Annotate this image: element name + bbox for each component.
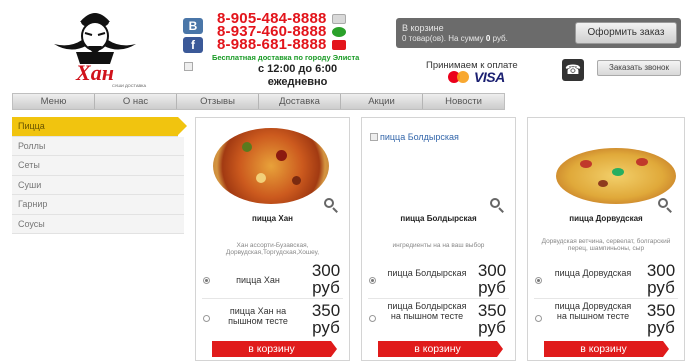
- option-name: пицца Дорвудская на пышном тесте: [554, 301, 632, 321]
- divider: [202, 298, 343, 299]
- pizza-khan-image: [213, 128, 329, 204]
- option-name: пицца Хан: [236, 275, 280, 285]
- payment-logos: VISA: [448, 69, 505, 85]
- product-title[interactable]: пицца Болдырская: [362, 214, 515, 223]
- product-option[interactable]: пицца Дорвудская на пышном тесте 350 руб: [528, 300, 684, 337]
- product-option[interactable]: пицца Болдырская на пышном тесте 350 руб: [362, 300, 515, 337]
- callback-button[interactable]: Заказать звонок: [597, 60, 681, 76]
- option-radio[interactable]: [369, 277, 376, 284]
- product-image[interactable]: пицца Болдырская: [370, 132, 459, 142]
- pizza-dorvud-image: [556, 148, 676, 204]
- main-nav: Меню О нас Отзывы Доставка Акции Новости: [12, 93, 505, 110]
- product-title[interactable]: пицца Хан: [196, 214, 349, 223]
- zoom-icon[interactable]: [490, 198, 504, 213]
- mastercard-icon: [448, 71, 470, 83]
- hours-time: с 12:00 до 6:00: [258, 63, 338, 75]
- vk-icon[interactable]: B: [183, 18, 203, 34]
- add-to-cart-button[interactable]: в корзину: [544, 341, 669, 357]
- option-price: 300 руб: [646, 261, 676, 297]
- phone-icon[interactable]: ☎: [562, 59, 584, 81]
- add-to-cart-button[interactable]: в корзину: [378, 341, 503, 357]
- option-price: 350 руб: [646, 301, 676, 337]
- facebook-icon[interactable]: f: [183, 37, 203, 53]
- checkout-button[interactable]: Оформить заказ: [575, 22, 677, 44]
- divider: [368, 298, 509, 299]
- nav-item-menu[interactable]: Меню: [13, 94, 95, 109]
- product-image[interactable]: [196, 118, 349, 210]
- option-price: 350 руб: [311, 301, 341, 337]
- operator-beeline-icon: [331, 13, 346, 24]
- operator-mts-icon: [331, 39, 346, 50]
- product-option[interactable]: пицца Болдырская 300 руб: [362, 262, 515, 296]
- option-radio[interactable]: [369, 315, 376, 322]
- nav-item-delivery[interactable]: Доставка: [259, 94, 341, 109]
- option-price: 300 руб: [477, 261, 507, 297]
- product-description: ингредиенты на на ваш выбор: [392, 242, 485, 249]
- option-radio[interactable]: [535, 315, 542, 322]
- option-radio[interactable]: [535, 277, 542, 284]
- phone-3-number: 8-988-681-8888: [217, 36, 327, 53]
- product-card: пицца Хан Хан ассорти-Бузавская, Дорвудс…: [195, 117, 350, 361]
- working-hours: с 12:00 до 6:00 ежедневно: [258, 63, 337, 89]
- option-radio[interactable]: [203, 277, 210, 284]
- option-name: пицца Дорвудская: [554, 268, 632, 278]
- product-image[interactable]: [528, 118, 684, 210]
- svg-text:СУШИ ДОСТАВКА: СУШИ ДОСТАВКА: [112, 83, 147, 88]
- option-price: 300 руб: [311, 261, 341, 297]
- sidebar-item-rolls[interactable]: Роллы: [12, 136, 184, 156]
- page: Хан СУШИ ДОСТАВКА B f 8-905-484-8888 8-9…: [0, 0, 685, 361]
- hours-days: ежедневно: [267, 76, 328, 88]
- nav-item-news[interactable]: Новости: [423, 94, 504, 109]
- product-title[interactable]: пицца Дорвудская: [528, 214, 684, 223]
- nav-item-reviews[interactable]: Отзывы: [177, 94, 259, 109]
- sidebar-item-garnish[interactable]: Гарнир: [12, 195, 184, 215]
- operator-megafon-icon: [331, 26, 346, 37]
- svg-text:Хан: Хан: [75, 60, 114, 85]
- broken-image-icon: [370, 133, 378, 141]
- logo[interactable]: Хан СУШИ ДОСТАВКА: [40, 6, 150, 90]
- sidebar-item-sets[interactable]: Сеты: [12, 156, 184, 176]
- cart-summary: В корзине 0 товар(ов). На сумму 0 руб. О…: [396, 18, 681, 48]
- category-sidebar: Пицца Роллы Сеты Суши Гарнир Соусы: [12, 117, 187, 234]
- nav-item-about[interactable]: О нас: [95, 94, 177, 109]
- zoom-icon[interactable]: [658, 198, 672, 213]
- phone-list: 8-905-484-8888 8-937-460-8888 8-988-681-…: [217, 11, 346, 53]
- sidebar-item-pizza[interactable]: Пицца: [12, 117, 187, 137]
- option-price: 350 руб: [477, 301, 507, 337]
- cart-info: 0 товар(ов). На сумму 0 руб.: [402, 34, 508, 43]
- zoom-icon[interactable]: [324, 198, 338, 213]
- product-card: пицца Дорвудская Дорвудская ветчина, сер…: [527, 117, 685, 361]
- option-name: пицца Болдырская на пышном тесте: [387, 301, 467, 321]
- visa-logo: VISA: [474, 69, 505, 85]
- option-name: пицца Болдырская: [387, 268, 467, 278]
- product-description: Дорвудская ветчина, сервелат, болгарский…: [541, 238, 671, 252]
- add-to-cart-button[interactable]: в корзину: [212, 341, 337, 357]
- cart-title: В корзине: [402, 23, 444, 33]
- social-links: B f: [183, 18, 205, 56]
- broken-image-icon: [184, 62, 193, 71]
- option-name: пицца Хан на пышном тесте: [228, 306, 288, 326]
- product-option[interactable]: пицца Дорвудская 300 руб: [528, 262, 684, 296]
- divider: [534, 298, 678, 299]
- product-option[interactable]: пицца Хан на пышном тесте 350 руб: [196, 300, 349, 337]
- delivery-note: Бесплатная доставка по городу Элиста: [212, 53, 360, 62]
- product-description: Хан ассорти-Бузавская, Дорвудская,Торгуд…: [225, 242, 320, 256]
- khan-logo-icon: Хан СУШИ ДОСТАВКА: [54, 13, 147, 88]
- sidebar-item-sauces[interactable]: Соусы: [12, 214, 184, 234]
- product-option[interactable]: пицца Хан 300 руб: [196, 262, 349, 296]
- option-radio[interactable]: [203, 315, 210, 322]
- sidebar-item-sushi[interactable]: Суши: [12, 175, 184, 195]
- nav-item-promotions[interactable]: Акции: [341, 94, 423, 109]
- phone-3[interactable]: 8-988-681-8888: [217, 36, 346, 53]
- product-card: пицца Болдырская пицца Болдырская ингред…: [361, 117, 516, 361]
